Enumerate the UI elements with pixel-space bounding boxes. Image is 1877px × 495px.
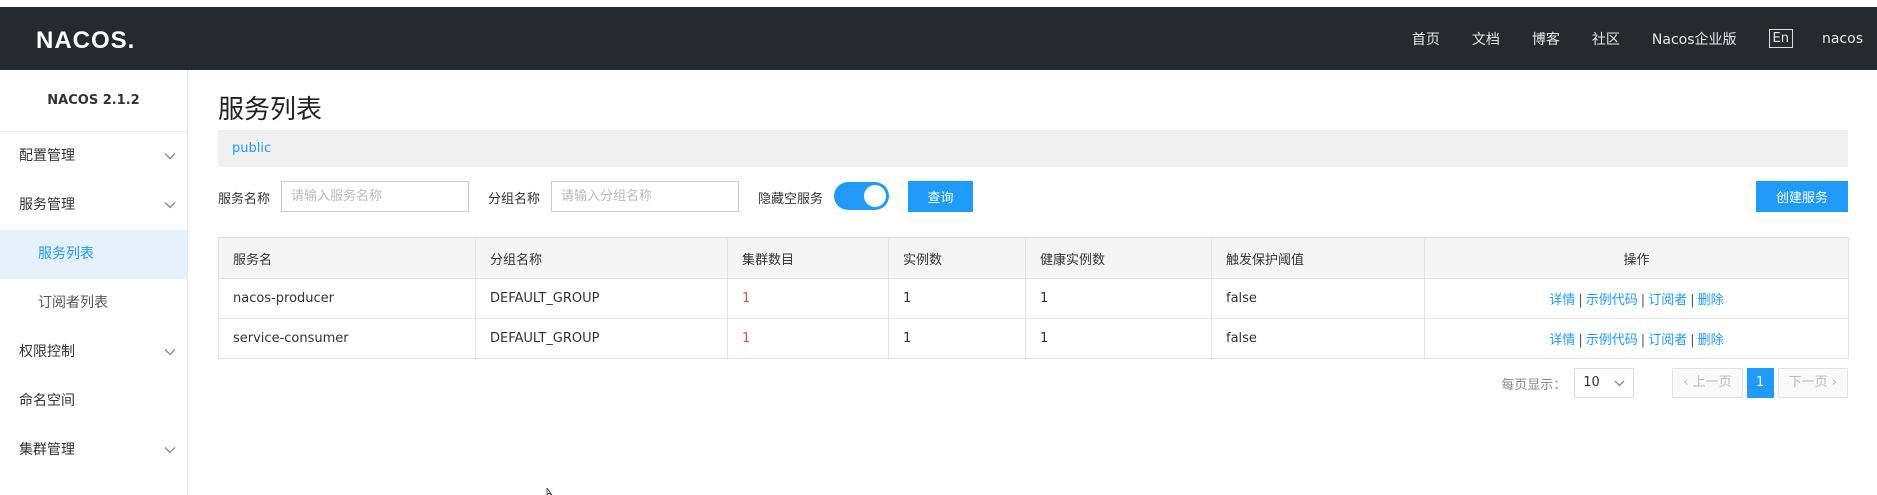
column-header: 集群数目: [727, 237, 889, 279]
page-size-select[interactable]: 10: [1574, 368, 1635, 398]
cell-group: DEFAULT_GROUP: [475, 318, 728, 359]
nav-docs[interactable]: 文档: [1472, 29, 1500, 49]
column-header: 分组名称: [475, 237, 728, 279]
nav-enterprise[interactable]: Nacos企业版: [1652, 29, 1737, 49]
service-name-label: 服务名称: [218, 192, 271, 207]
chevron-down-icon: [164, 349, 176, 356]
sample-code-link[interactable]: 示例代码: [1586, 293, 1638, 308]
separator: |: [1640, 293, 1646, 308]
toggle-knob: [864, 185, 886, 207]
table-row: nacos-producer DEFAULT_GROUP 1 1 1 false…: [218, 278, 1849, 319]
create-service-button[interactable]: 创建服务: [1756, 181, 1848, 212]
sidebar-item-label: 权限控制: [19, 344, 75, 360]
page-number-current[interactable]: 1: [1746, 368, 1774, 398]
top-navbar: NACOS. 首页 文档 博客 社区 Nacos企业版 En nacos: [0, 7, 1877, 70]
cell-threshold: false: [1211, 278, 1425, 319]
cell-service-name: nacos-producer: [218, 278, 476, 319]
column-header: 触发保护阈值: [1211, 237, 1425, 279]
top-nav: 首页 文档 博客 社区 Nacos企业版 En nacos: [1412, 7, 1877, 70]
hide-empty-toggle[interactable]: [834, 182, 889, 210]
group-name-input[interactable]: [551, 181, 739, 212]
detail-link[interactable]: 详情: [1549, 333, 1575, 348]
column-header: 实例数: [888, 237, 1026, 279]
separator: |: [1578, 293, 1583, 308]
page-title: 服务列表: [218, 95, 323, 125]
cell-service-name: service-consumer: [218, 318, 476, 359]
service-table: 服务名 分组名称 集群数目 实例数 健康实例数 触发保护阈值 操作 nacos-…: [218, 237, 1849, 359]
separator: |: [1690, 333, 1695, 348]
sidebar-item-cluster[interactable]: 集群管理: [0, 426, 187, 475]
username[interactable]: nacos: [1822, 31, 1863, 47]
sidebar-item-label: 集群管理: [19, 442, 75, 458]
chevron-left-icon: ‹: [1683, 375, 1693, 390]
sidebar: NACOS 2.1.2 配置管理 服务管理 服务列表 订阅者列表 权限控制 命名…: [0, 70, 188, 495]
namespace-bar: public: [218, 130, 1848, 167]
cell-clusters: 1: [727, 318, 889, 359]
per-page-label: 每页显示：: [1501, 377, 1567, 393]
sample-code-link[interactable]: 示例代码: [1586, 333, 1638, 348]
detail-link[interactable]: 详情: [1549, 293, 1575, 308]
next-page-button[interactable]: 下一页 ›: [1777, 368, 1848, 398]
cell-clusters: 1: [727, 278, 889, 319]
cell-operations: 详情 | 示例代码 | 订阅者 | 删除: [1424, 278, 1849, 319]
nav-community[interactable]: 社区: [1592, 29, 1620, 49]
cell-instances: 1: [888, 318, 1026, 359]
table-header-row: 服务名 分组名称 集群数目 实例数 健康实例数 触发保护阈值 操作: [218, 237, 1849, 279]
delete-link[interactable]: 删除: [1698, 333, 1724, 348]
filter-bar: 服务名称 分组名称 隐藏空服务 查询 创建服务: [218, 181, 1848, 212]
table-row: service-consumer DEFAULT_GROUP 1 1 1 fal…: [218, 318, 1849, 359]
subscriber-link[interactable]: 订阅者: [1648, 293, 1687, 308]
sidebar-item-label: 命名空间: [19, 393, 75, 409]
group-name-label: 分组名称: [488, 192, 541, 207]
cell-group: DEFAULT_GROUP: [475, 278, 728, 319]
cell-operations: 详情 | 示例代码 | 订阅者 | 删除: [1424, 318, 1849, 359]
cell-healthy: 1: [1025, 318, 1212, 359]
subscriber-link[interactable]: 订阅者: [1648, 333, 1687, 348]
page-size-value: 10: [1583, 375, 1600, 390]
hide-empty-label: 隐藏空服务: [758, 192, 824, 207]
sidebar-item-namespace[interactable]: 命名空间: [0, 377, 187, 426]
separator: |: [1578, 333, 1583, 348]
sidebar-item-label: 订阅者列表: [38, 295, 108, 311]
sidebar-item-config[interactable]: 配置管理: [0, 132, 187, 181]
nacos-logo[interactable]: NACOS.: [36, 27, 135, 55]
sidebar-item-service-mgmt[interactable]: 服务管理: [0, 181, 187, 230]
sidebar-item-permission[interactable]: 权限控制: [0, 328, 187, 377]
language-switch[interactable]: En: [1768, 29, 1793, 48]
query-button[interactable]: 查询: [908, 181, 973, 212]
chevron-down-icon: [164, 202, 176, 209]
prev-page-button[interactable]: ‹ 上一页: [1672, 368, 1743, 398]
sidebar-item-label: 服务管理: [19, 197, 75, 213]
mouse-cursor-icon: [546, 488, 553, 495]
sidebar-item-label: 配置管理: [19, 148, 75, 164]
cell-instances: 1: [888, 278, 1026, 319]
namespace-public-link[interactable]: public: [232, 141, 271, 156]
service-name-input[interactable]: [281, 181, 469, 212]
chevron-down-icon: [164, 153, 176, 160]
nav-home[interactable]: 首页: [1412, 29, 1440, 49]
sidebar-item-service-list[interactable]: 服务列表: [0, 230, 187, 279]
sidebar-item-label: 服务列表: [38, 246, 94, 262]
separator: |: [1690, 293, 1695, 308]
column-header: 操作: [1424, 237, 1849, 279]
nav-blog[interactable]: 博客: [1532, 29, 1560, 49]
column-header: 服务名: [218, 237, 476, 279]
next-page-label: 下一页: [1788, 375, 1828, 390]
prev-page-label: 上一页: [1692, 375, 1732, 390]
version-label: NACOS 2.1.2: [0, 70, 187, 132]
cell-healthy: 1: [1025, 278, 1212, 319]
column-header: 健康实例数: [1025, 237, 1212, 279]
chevron-down-icon: [164, 447, 176, 454]
cell-threshold: false: [1211, 318, 1425, 359]
sidebar-item-subscriber-list[interactable]: 订阅者列表: [0, 279, 187, 328]
pagination: 每页显示： 10 ‹ 上一页 1 下一页 ›: [1501, 368, 1848, 398]
chevron-right-icon: ›: [1827, 375, 1837, 390]
chevron-down-icon: [1614, 380, 1625, 387]
separator: |: [1640, 333, 1646, 348]
delete-link[interactable]: 删除: [1698, 293, 1724, 308]
